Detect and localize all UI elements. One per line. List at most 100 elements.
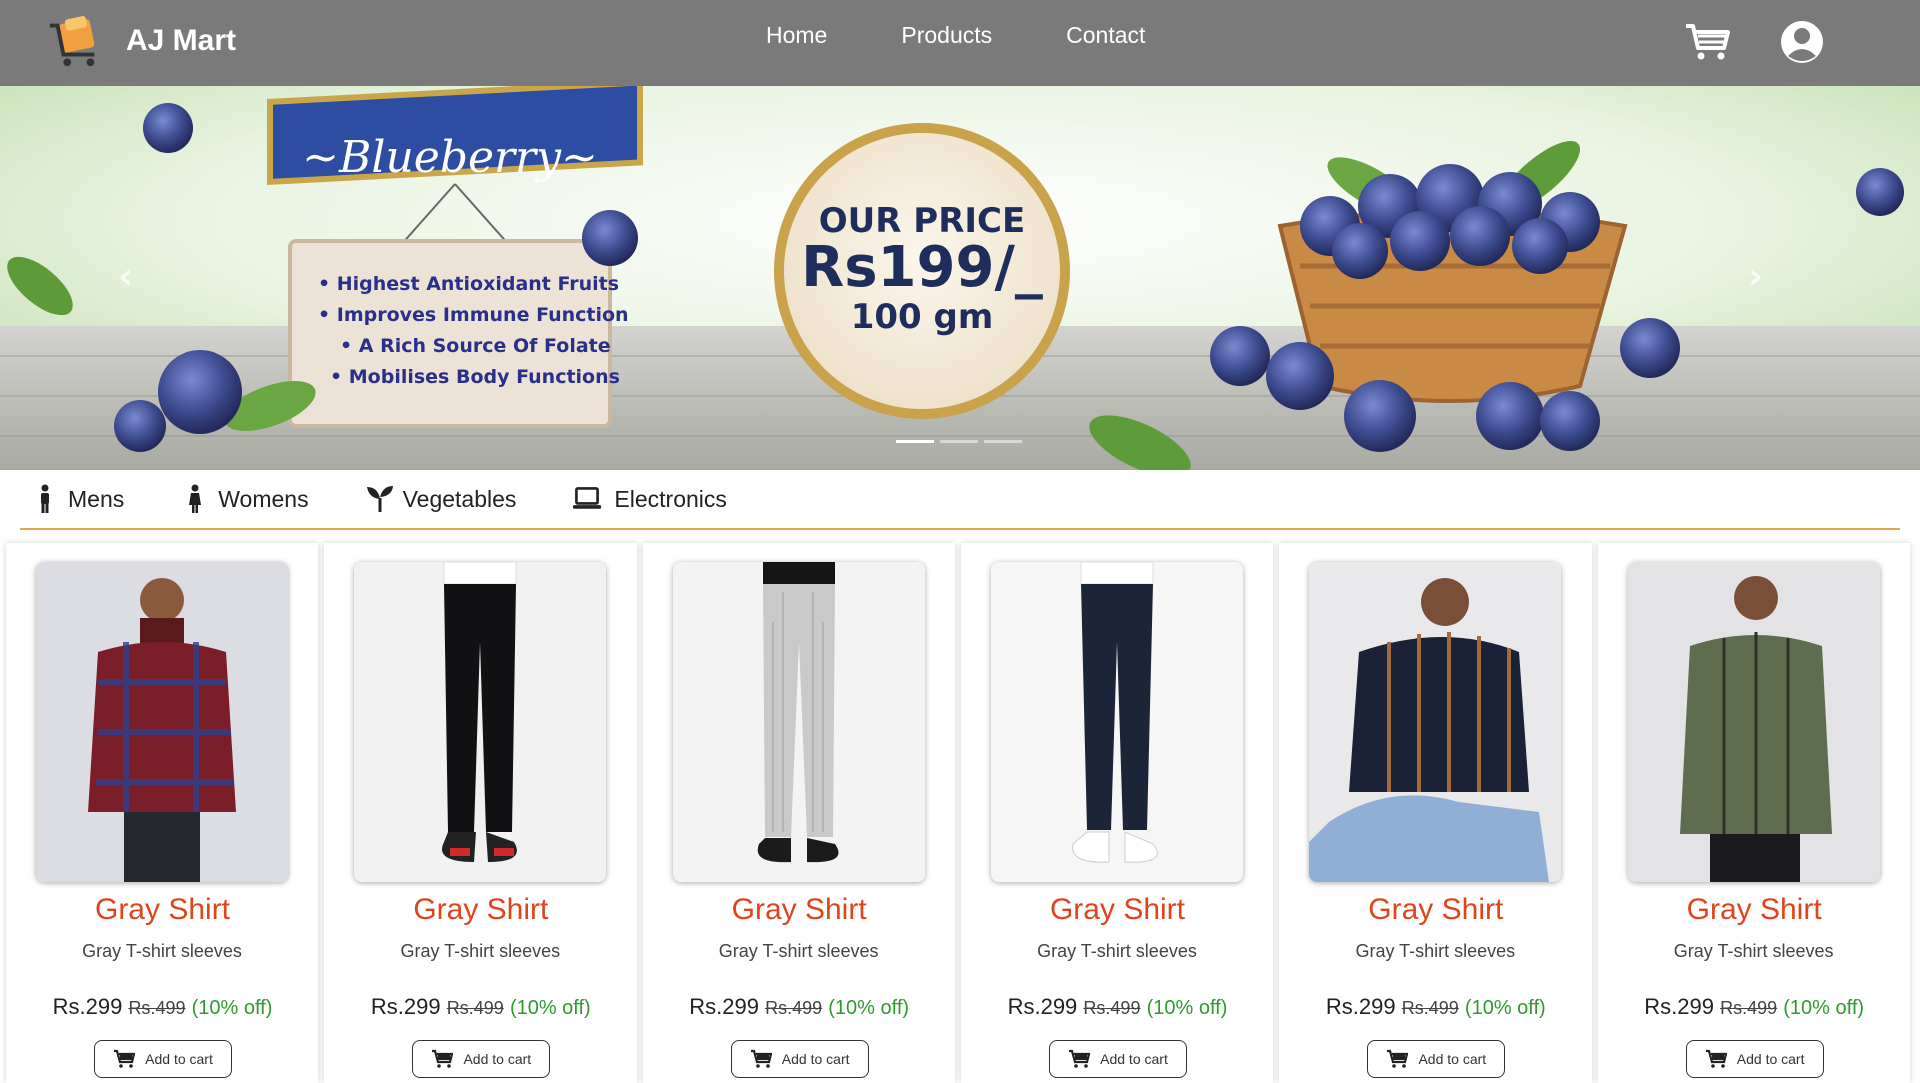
product-photo [990,562,1243,882]
category-womens[interactable]: Womens [180,484,309,514]
nav-link-products[interactable]: Products [901,22,992,49]
shopping-cart-logo-icon [49,16,95,67]
cart-icon [1387,1049,1409,1068]
product-card[interactable]: Gray Shirt Gray T-shirt sleeves Rs.299 R… [1597,543,1911,1083]
add-to-cart-button[interactable]: Add to cart [1048,1040,1187,1078]
brand[interactable]: AJ Mart [46,12,236,70]
brand-name: AJ Mart [126,24,237,57]
product-price: Rs.299 [370,994,441,1019]
nav-link-contact[interactable]: Contact [1066,22,1145,49]
category-electronics[interactable]: Electronics [572,484,727,514]
product-description: Gray T-shirt sleeves [82,941,242,961]
product-card[interactable]: Gray Shirt Gray T-shirt sleeves Rs.299 R… [6,543,319,1083]
product-image[interactable] [1309,562,1562,882]
product-discount: (10% off) [1783,997,1865,1019]
product-title: Gray Shirt [94,893,231,926]
product-price-row: Rs.299 Rs.499 (10% off) [1279,994,1592,1020]
product-photo [36,562,288,882]
add-to-cart-button[interactable]: Add to cart [1685,1040,1824,1078]
product-title: Gray Shirt [1686,893,1822,926]
product-image[interactable] [36,562,288,882]
product-old-price: Rs.499 [1083,998,1141,1018]
add-to-cart-button[interactable]: Add to cart [1367,1040,1506,1078]
seedling-icon [366,486,393,512]
add-to-cart-label: Add to cart [1736,1051,1805,1067]
category-label: Womens [218,485,309,512]
product-old-price: Rs.499 [1720,998,1778,1018]
product-discount: (10% off) [191,997,273,1019]
female-icon [189,484,202,513]
cart-icon[interactable] [1684,22,1730,62]
product-image[interactable] [354,562,607,882]
male-icon [41,484,49,513]
product-card[interactable]: Gray Shirt Gray T-shirt sleeves Rs.299 R… [324,543,637,1083]
product-image[interactable] [672,562,925,882]
bullet-2: • Improves Immune Function [318,304,629,326]
laptop-icon [573,487,602,509]
product-image[interactable] [990,562,1243,882]
category-bar: Mens Womens Vegetables Electronics [20,470,1900,530]
carousel-prev-button[interactable]: ‹ [118,256,148,297]
category-label: Vegetables [402,485,517,512]
product-old-price: Rs.499 [765,998,823,1018]
cart-icon [750,1049,772,1068]
bullet-1: • Highest Antioxidant Fruits [318,273,619,295]
badge-line3: 100 gm [851,297,994,337]
product-card[interactable]: Gray Shirt Gray T-shirt sleeves Rs.299 R… [960,543,1274,1083]
product-grid: Gray Shirt Gray T-shirt sleeves Rs.299 R… [6,543,1916,1083]
product-price: Rs.299 [1007,994,1078,1019]
product-card[interactable]: Gray Shirt Gray T-shirt sleeves Rs.299 R… [1279,543,1592,1083]
product-price-row: Rs.299 Rs.499 (10% off) [6,994,319,1020]
navbar: AJ Mart Home Products Contact [0,0,1920,86]
badge-price: Rs199/_ [801,235,1043,300]
carousel-indicator-1[interactable] [896,440,934,443]
nav-icons [1684,20,1824,64]
product-discount: (10% off) [509,997,591,1019]
product-card[interactable]: Gray Shirt Gray T-shirt sleeves Rs.299 R… [642,543,956,1083]
carousel-indicator-2[interactable] [940,440,978,443]
category-vegetables[interactable]: Vegetables [365,484,517,514]
add-to-cart-label: Add to cart [1100,1051,1168,1067]
nav-links: Home Products Contact [766,22,1219,49]
product-description: Gray T-shirt sleeves [400,941,561,961]
add-to-cart-label: Add to cart [781,1051,850,1067]
add-to-cart-button[interactable]: Add to cart [730,1040,869,1078]
hero-carousel: ~Blueberry~ • Highest Antioxidant Fruits… [0,86,1920,470]
product-title: Gray Shirt [1368,893,1504,926]
product-discount: (10% off) [1464,997,1546,1019]
category-label: Mens [68,485,125,512]
add-to-cart-button[interactable]: Add to cart [94,1040,232,1078]
product-description: Gray T-shirt sleeves [718,941,879,961]
sign-title: ~Blueberry~ [302,132,598,183]
bullet-4: • Mobilises Body Functions [330,366,620,388]
carousel-indicator-3[interactable] [984,440,1022,443]
nav-link-home[interactable]: Home [766,22,827,49]
add-to-cart-label: Add to cart [145,1051,213,1067]
product-photo [672,562,925,882]
product-price-row: Rs.299 Rs.499 (10% off) [643,994,956,1020]
category-mens[interactable]: Mens [30,484,124,514]
product-photo [1309,562,1562,882]
product-discount: (10% off) [828,997,910,1019]
product-old-price: Rs.499 [128,998,186,1018]
product-title: Gray Shirt [413,893,549,926]
product-photo [1627,562,1880,882]
product-title: Gray Shirt [731,893,867,926]
add-to-cart-button[interactable]: Add to cart [412,1040,551,1078]
bullet-3: • A Rich Source Of Folate [340,335,611,357]
cart-icon [432,1049,454,1068]
carousel-indicators [896,440,1028,443]
product-old-price: Rs.499 [446,998,504,1018]
carousel-next-button[interactable]: › [1748,256,1778,297]
product-price: Rs.299 [52,994,123,1019]
product-image[interactable] [1627,562,1880,882]
product-description: Gray T-shirt sleeves [1673,941,1834,961]
product-description: Gray T-shirt sleeves [1037,941,1197,961]
cart-icon [1705,1049,1727,1068]
user-circle-icon[interactable] [1780,20,1824,64]
product-description: Gray T-shirt sleeves [1355,941,1516,961]
product-price-row: Rs.299 Rs.499 (10% off) [1598,994,1911,1020]
product-old-price: Rs.499 [1401,998,1459,1018]
product-price: Rs.299 [1644,994,1714,1019]
product-price-row: Rs.299 Rs.499 (10% off) [961,994,1274,1020]
